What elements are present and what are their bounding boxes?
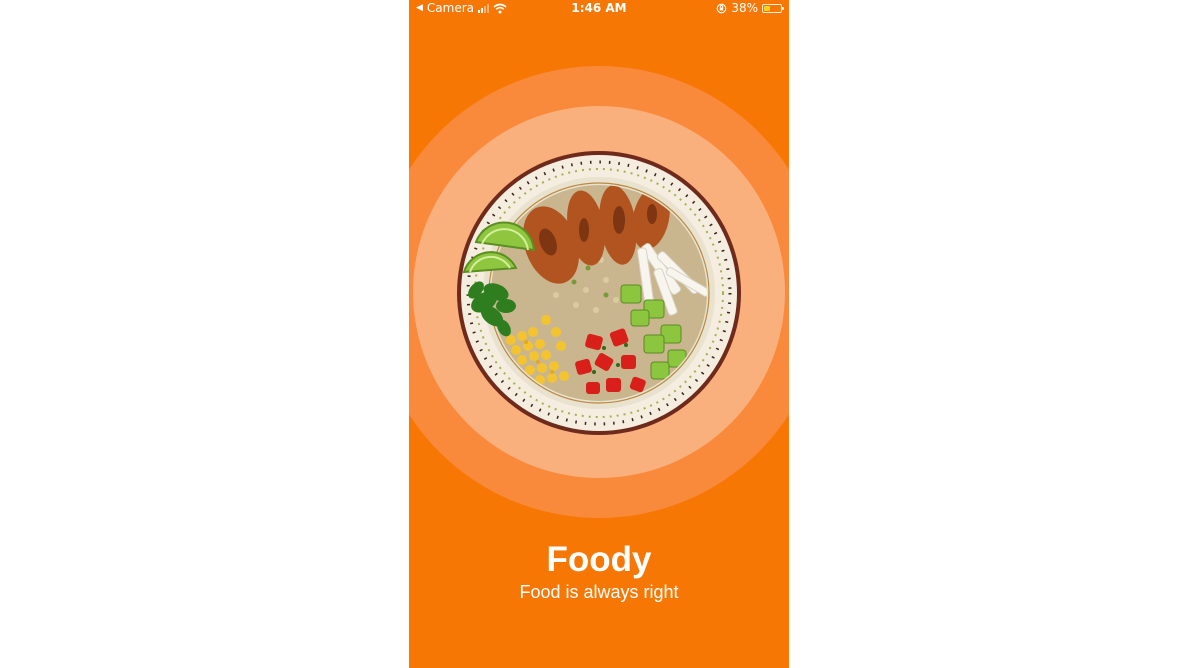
app-title: Foody — [546, 540, 652, 579]
orientation-lock-icon — [716, 3, 727, 13]
phone-screen: ◀ Camera 1:46 AM 38% Foody Food is alway… — [409, 0, 789, 668]
app-tagline: Food is always right — [519, 582, 679, 602]
battery-percent: 38% — [731, 1, 758, 15]
food-bowl-image — [457, 151, 741, 435]
battery-icon — [762, 3, 784, 13]
status-bar: ◀ Camera 1:46 AM 38% — [409, 0, 789, 16]
status-right: 38% — [716, 0, 784, 16]
battery-level-fill — [764, 5, 771, 11]
